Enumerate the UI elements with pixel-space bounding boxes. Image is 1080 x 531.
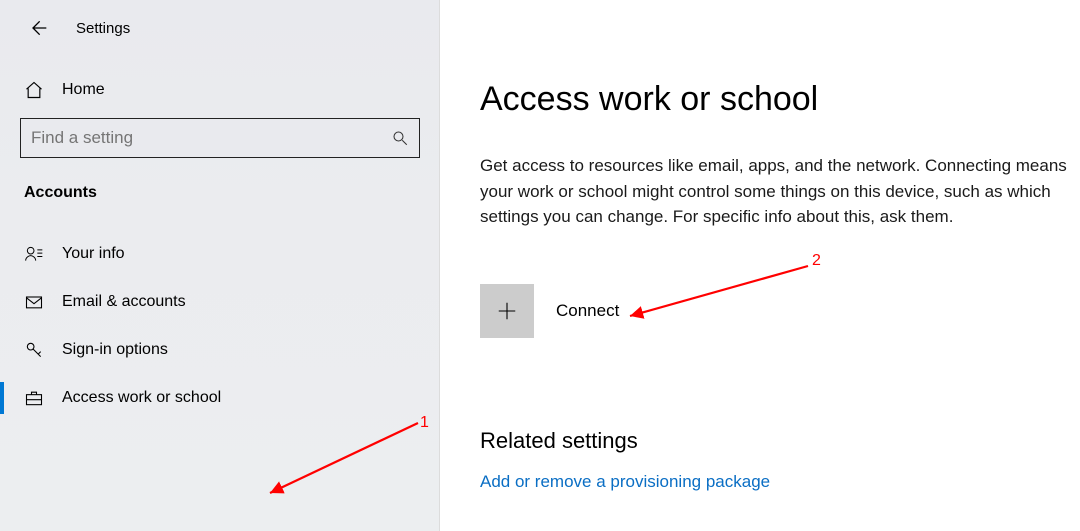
back-arrow-icon bbox=[28, 18, 48, 38]
section-label-accounts: Accounts bbox=[0, 178, 440, 208]
sidebar-item-label: Your info bbox=[62, 245, 125, 263]
sidebar-item-email-accounts[interactable]: Email & accounts bbox=[0, 278, 440, 326]
sidebar-item-access-work-school[interactable]: Access work or school bbox=[0, 374, 440, 422]
annotation-label-2: 2 bbox=[812, 252, 821, 270]
connect-button[interactable] bbox=[480, 284, 534, 338]
home-label: Home bbox=[62, 81, 105, 99]
sidebar-item-label: Access work or school bbox=[62, 389, 221, 407]
person-icon bbox=[24, 244, 44, 264]
sidebar: Settings Home Accounts Your info bbox=[0, 0, 440, 531]
search-input[interactable] bbox=[31, 128, 391, 148]
page-description: Get access to resources like email, apps… bbox=[480, 153, 1080, 230]
back-button[interactable] bbox=[28, 18, 48, 38]
home-icon bbox=[24, 80, 44, 100]
home-nav-item[interactable]: Home bbox=[0, 66, 440, 114]
sidebar-item-signin-options[interactable]: Sign-in options bbox=[0, 326, 440, 374]
page-heading: Access work or school bbox=[480, 80, 1080, 119]
connect-row: Connect bbox=[480, 284, 1080, 338]
key-icon bbox=[24, 340, 44, 360]
sidebar-item-label: Sign-in options bbox=[62, 341, 168, 359]
briefcase-icon bbox=[24, 388, 44, 408]
sidebar-item-label: Email & accounts bbox=[62, 293, 186, 311]
mail-icon bbox=[24, 292, 44, 312]
app-title: Settings bbox=[76, 20, 130, 37]
topbar: Settings bbox=[0, 18, 440, 38]
main-content: Access work or school Get access to reso… bbox=[440, 0, 1080, 531]
related-settings-heading: Related settings bbox=[480, 428, 1080, 454]
connect-label: Connect bbox=[556, 301, 619, 321]
sidebar-item-your-info[interactable]: Your info bbox=[0, 230, 440, 278]
provisioning-package-link[interactable]: Add or remove a provisioning package bbox=[480, 472, 770, 491]
search-icon bbox=[391, 129, 409, 147]
plus-icon bbox=[496, 300, 518, 322]
annotation-label-1: 1 bbox=[420, 414, 429, 432]
search-box[interactable] bbox=[20, 118, 420, 158]
